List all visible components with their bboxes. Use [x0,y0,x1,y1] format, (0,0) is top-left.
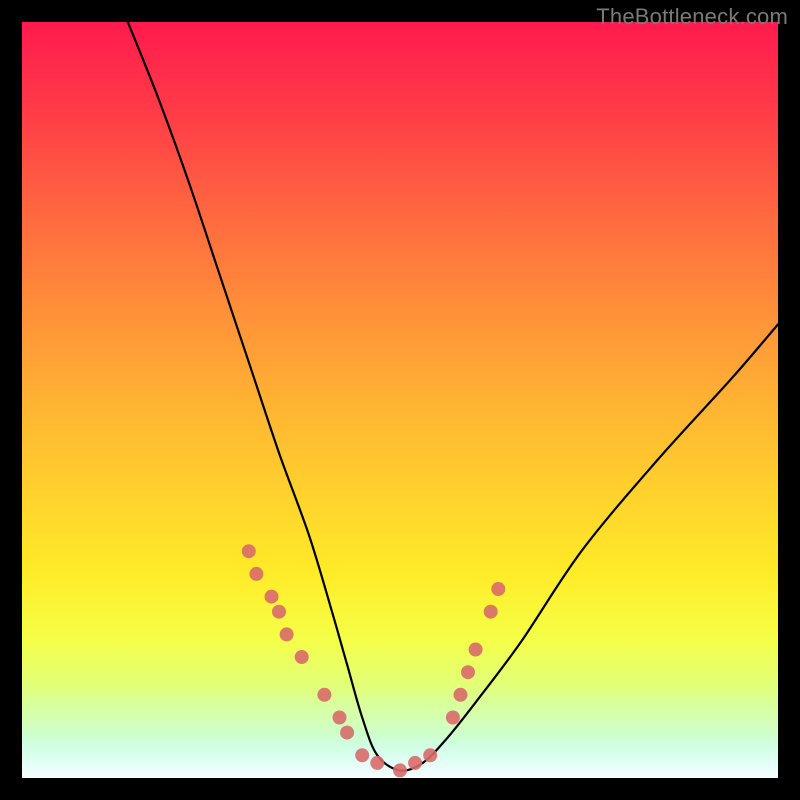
marker-dot [249,567,263,581]
marker-dot [461,665,475,679]
marker-dot [393,763,407,777]
marker-dot [484,605,498,619]
chart-svg [22,22,778,778]
marker-dot [265,590,279,604]
marker-dot [370,756,384,770]
marker-dot [280,627,294,641]
marker-dot [408,756,422,770]
watermark-text: TheBottleneck.com [596,4,788,30]
marker-dot [340,726,354,740]
marker-dot [469,643,483,657]
plot-area [22,22,778,778]
marker-dot [446,711,460,725]
marker-dot [355,748,369,762]
marker-dot [491,582,505,596]
marker-dot [295,650,309,664]
marker-dot [272,605,286,619]
marker-dot [333,711,347,725]
curve-line [128,22,778,771]
marker-dot [242,544,256,558]
highlighted-points [242,544,506,777]
marker-dot [317,688,331,702]
chart-frame: TheBottleneck.com [0,0,800,800]
marker-dot [423,748,437,762]
bottleneck-curve [128,22,778,771]
marker-dot [454,688,468,702]
